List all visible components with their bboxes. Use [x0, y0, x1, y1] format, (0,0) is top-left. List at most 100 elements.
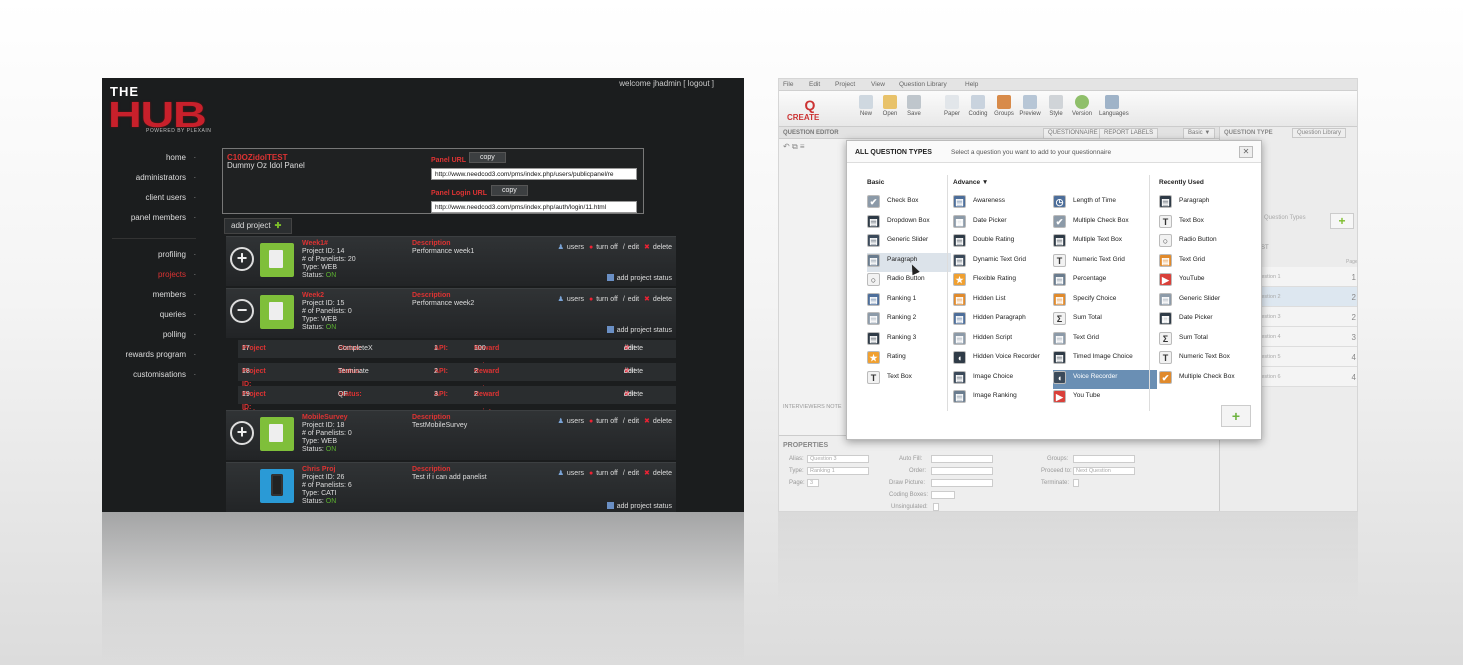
question-type-item[interactable]: ▤ Generic Slider: [867, 233, 951, 253]
menu-view[interactable]: View: [871, 81, 885, 88]
question-type-item[interactable]: ▤ Hidden List: [953, 292, 1049, 312]
question-type-item[interactable]: ▤ Timed Image Choice: [1053, 350, 1157, 370]
toolbar-preview-button[interactable]: Preview: [1017, 95, 1043, 117]
question-type-item[interactable]: ▤ Multiple Text Box: [1053, 233, 1157, 253]
menu-question-library[interactable]: Question Library: [899, 81, 947, 88]
alias-input[interactable]: Question 3: [807, 455, 869, 463]
question-type-item[interactable]: ▤ Image Choice: [953, 370, 1049, 390]
toolbar-style-button[interactable]: Style: [1043, 95, 1069, 117]
users-link[interactable]: users: [567, 296, 584, 303]
turn-off-link[interactable]: turn off: [596, 244, 618, 251]
panel-login-url-field[interactable]: http://www.needcod3.com/pms/index.php/au…: [431, 201, 637, 213]
question-type-item[interactable]: ▶ You Tube: [1053, 389, 1157, 409]
edit-link[interactable]: edit: [628, 470, 639, 477]
question-type-item[interactable]: ▤ Ranking 3: [867, 331, 951, 351]
panel-url-field[interactable]: http://www.needcod3.com/pms/index.php/us…: [431, 168, 637, 180]
add-question-type-button[interactable]: +: [1221, 405, 1251, 427]
close-button[interactable]: ✕: [1239, 146, 1253, 158]
delete-link[interactable]: delete: [653, 470, 672, 477]
tab-report-labels[interactable]: REPORT LABELS: [1099, 128, 1159, 139]
nav-administrators[interactable]: administrators: [102, 166, 202, 188]
coding-boxes-input[interactable]: [931, 491, 955, 499]
project-name-link[interactable]: Week2: [302, 292, 352, 300]
toolbar-new-button[interactable]: New: [853, 95, 879, 117]
question-type-item[interactable]: ▤ Specify Choice: [1053, 292, 1157, 312]
delete-link[interactable]: delete: [653, 418, 672, 425]
question-type-item[interactable]: ▤ Percentage: [1053, 272, 1157, 292]
question-type-item[interactable]: ▤ Image Ranking: [953, 389, 1049, 409]
delete-link[interactable]: delete: [653, 244, 672, 251]
auto-fill-input[interactable]: [931, 455, 993, 463]
question-type-item[interactable]: ▤ Ranking 1: [867, 292, 951, 312]
question-type-item[interactable]: ▤ Text Grid: [1053, 331, 1157, 351]
edit-link[interactable]: edit: [628, 296, 639, 303]
unsingulated-checkbox[interactable]: [933, 503, 939, 511]
question-type-item[interactable]: ▤ Ranking 2: [867, 311, 951, 331]
list-item[interactable]: Question 54: [1250, 347, 1357, 367]
mode-select[interactable]: Basic ▼: [1183, 128, 1216, 139]
copy-login-url-button[interactable]: copy: [491, 185, 528, 196]
question-type-item[interactable]: ✔ Check Box: [867, 194, 951, 214]
terminate-checkbox[interactable]: [1073, 479, 1079, 487]
undo-icon[interactable]: ↶: [783, 142, 790, 151]
delete-link[interactable]: delete: [653, 296, 672, 303]
question-type-item[interactable]: ▤ Dynamic Text Grid: [953, 253, 1049, 273]
menu-file[interactable]: File: [783, 81, 793, 88]
toolbar-version-button[interactable]: Version: [1069, 95, 1095, 117]
users-link[interactable]: users: [567, 244, 584, 251]
question-types-button[interactable]: Question Types: [1264, 215, 1306, 221]
toolbar-groups-button[interactable]: Groups: [991, 95, 1017, 117]
users-link[interactable]: users: [567, 418, 584, 425]
question-type-item[interactable]: ▤ Hidden Script: [953, 331, 1049, 351]
edit-link[interactable]: edit: [628, 244, 639, 251]
nav-members[interactable]: members: [102, 283, 202, 305]
question-type-item[interactable]: ▶ YouTube: [1159, 272, 1255, 292]
advance-heading[interactable]: Advance ▼: [953, 179, 1049, 186]
turn-off-link[interactable]: turn off: [596, 296, 618, 303]
nav-client-users[interactable]: client users: [102, 186, 202, 208]
proceed-to-select[interactable]: Next Question: [1073, 467, 1135, 475]
question-type-item[interactable]: ▦ Date Picker: [953, 214, 1049, 234]
toolbar-languages-button[interactable]: Languages: [1099, 95, 1129, 117]
question-type-item[interactable]: ✔ Multiple Check Box: [1053, 214, 1157, 234]
expand-plus-icon[interactable]: +: [230, 421, 254, 445]
question-type-item[interactable]: ▤ Text Grid: [1159, 253, 1255, 273]
nav-projects[interactable]: projects: [102, 263, 202, 285]
question-type-item[interactable]: ▤ Dropdown Box: [867, 214, 951, 234]
toolbar-coding-button[interactable]: Coding: [965, 95, 991, 117]
list-item[interactable]: Question 22: [1250, 287, 1357, 307]
list-icon[interactable]: ≡: [800, 142, 805, 151]
copy-icon[interactable]: ⧉: [792, 142, 798, 151]
type-select[interactable]: Ranking 1: [807, 467, 869, 475]
question-type-item[interactable]: ★ Rating: [867, 350, 951, 370]
question-type-item[interactable]: Σ Sum Total: [1159, 331, 1255, 351]
turn-off-link[interactable]: turn off: [596, 470, 618, 477]
toolbar-save-button[interactable]: Save: [901, 95, 927, 117]
toolbar-open-button[interactable]: Open: [877, 95, 903, 117]
copy-panel-url-button[interactable]: copy: [469, 152, 506, 163]
question-type-item[interactable]: ▦ Date Picker: [1159, 311, 1255, 331]
collapse-minus-icon[interactable]: −: [230, 299, 254, 323]
nav-rewards-program[interactable]: rewards program: [102, 343, 202, 365]
delete-link[interactable]: delete: [624, 363, 643, 381]
add-project-status-link[interactable]: add project status: [606, 326, 672, 334]
draw-picture-input[interactable]: [931, 479, 993, 487]
menu-edit[interactable]: Edit: [809, 81, 820, 88]
project-name-link[interactable]: Chris Proj: [302, 466, 352, 474]
question-type-item[interactable]: ✔ Multiple Check Box: [1159, 370, 1255, 390]
question-type-item[interactable]: Σ Sum Total: [1053, 311, 1157, 331]
question-type-item[interactable]: ◷ Length of Time: [1053, 194, 1157, 214]
menu-project[interactable]: Project: [835, 81, 855, 88]
project-name-link[interactable]: MobileSurvey: [302, 414, 352, 422]
nav-profiling[interactable]: profiling: [102, 243, 202, 265]
add-question-button[interactable]: +: [1330, 213, 1354, 229]
add-project-status-link[interactable]: add project status: [606, 274, 672, 282]
expand-plus-icon[interactable]: +: [230, 247, 254, 271]
question-type-item[interactable]: ▤ Generic Slider: [1159, 292, 1255, 312]
toolbar-paper-button[interactable]: Paper: [939, 95, 965, 117]
list-item[interactable]: Question 32: [1250, 307, 1357, 327]
question-type-item[interactable]: ◖ Voice Recorder: [1053, 369, 1157, 389]
edit-link[interactable]: edit: [628, 418, 639, 425]
nav-panel-members[interactable]: panel members: [102, 206, 202, 228]
list-item[interactable]: Question 43: [1250, 327, 1357, 347]
